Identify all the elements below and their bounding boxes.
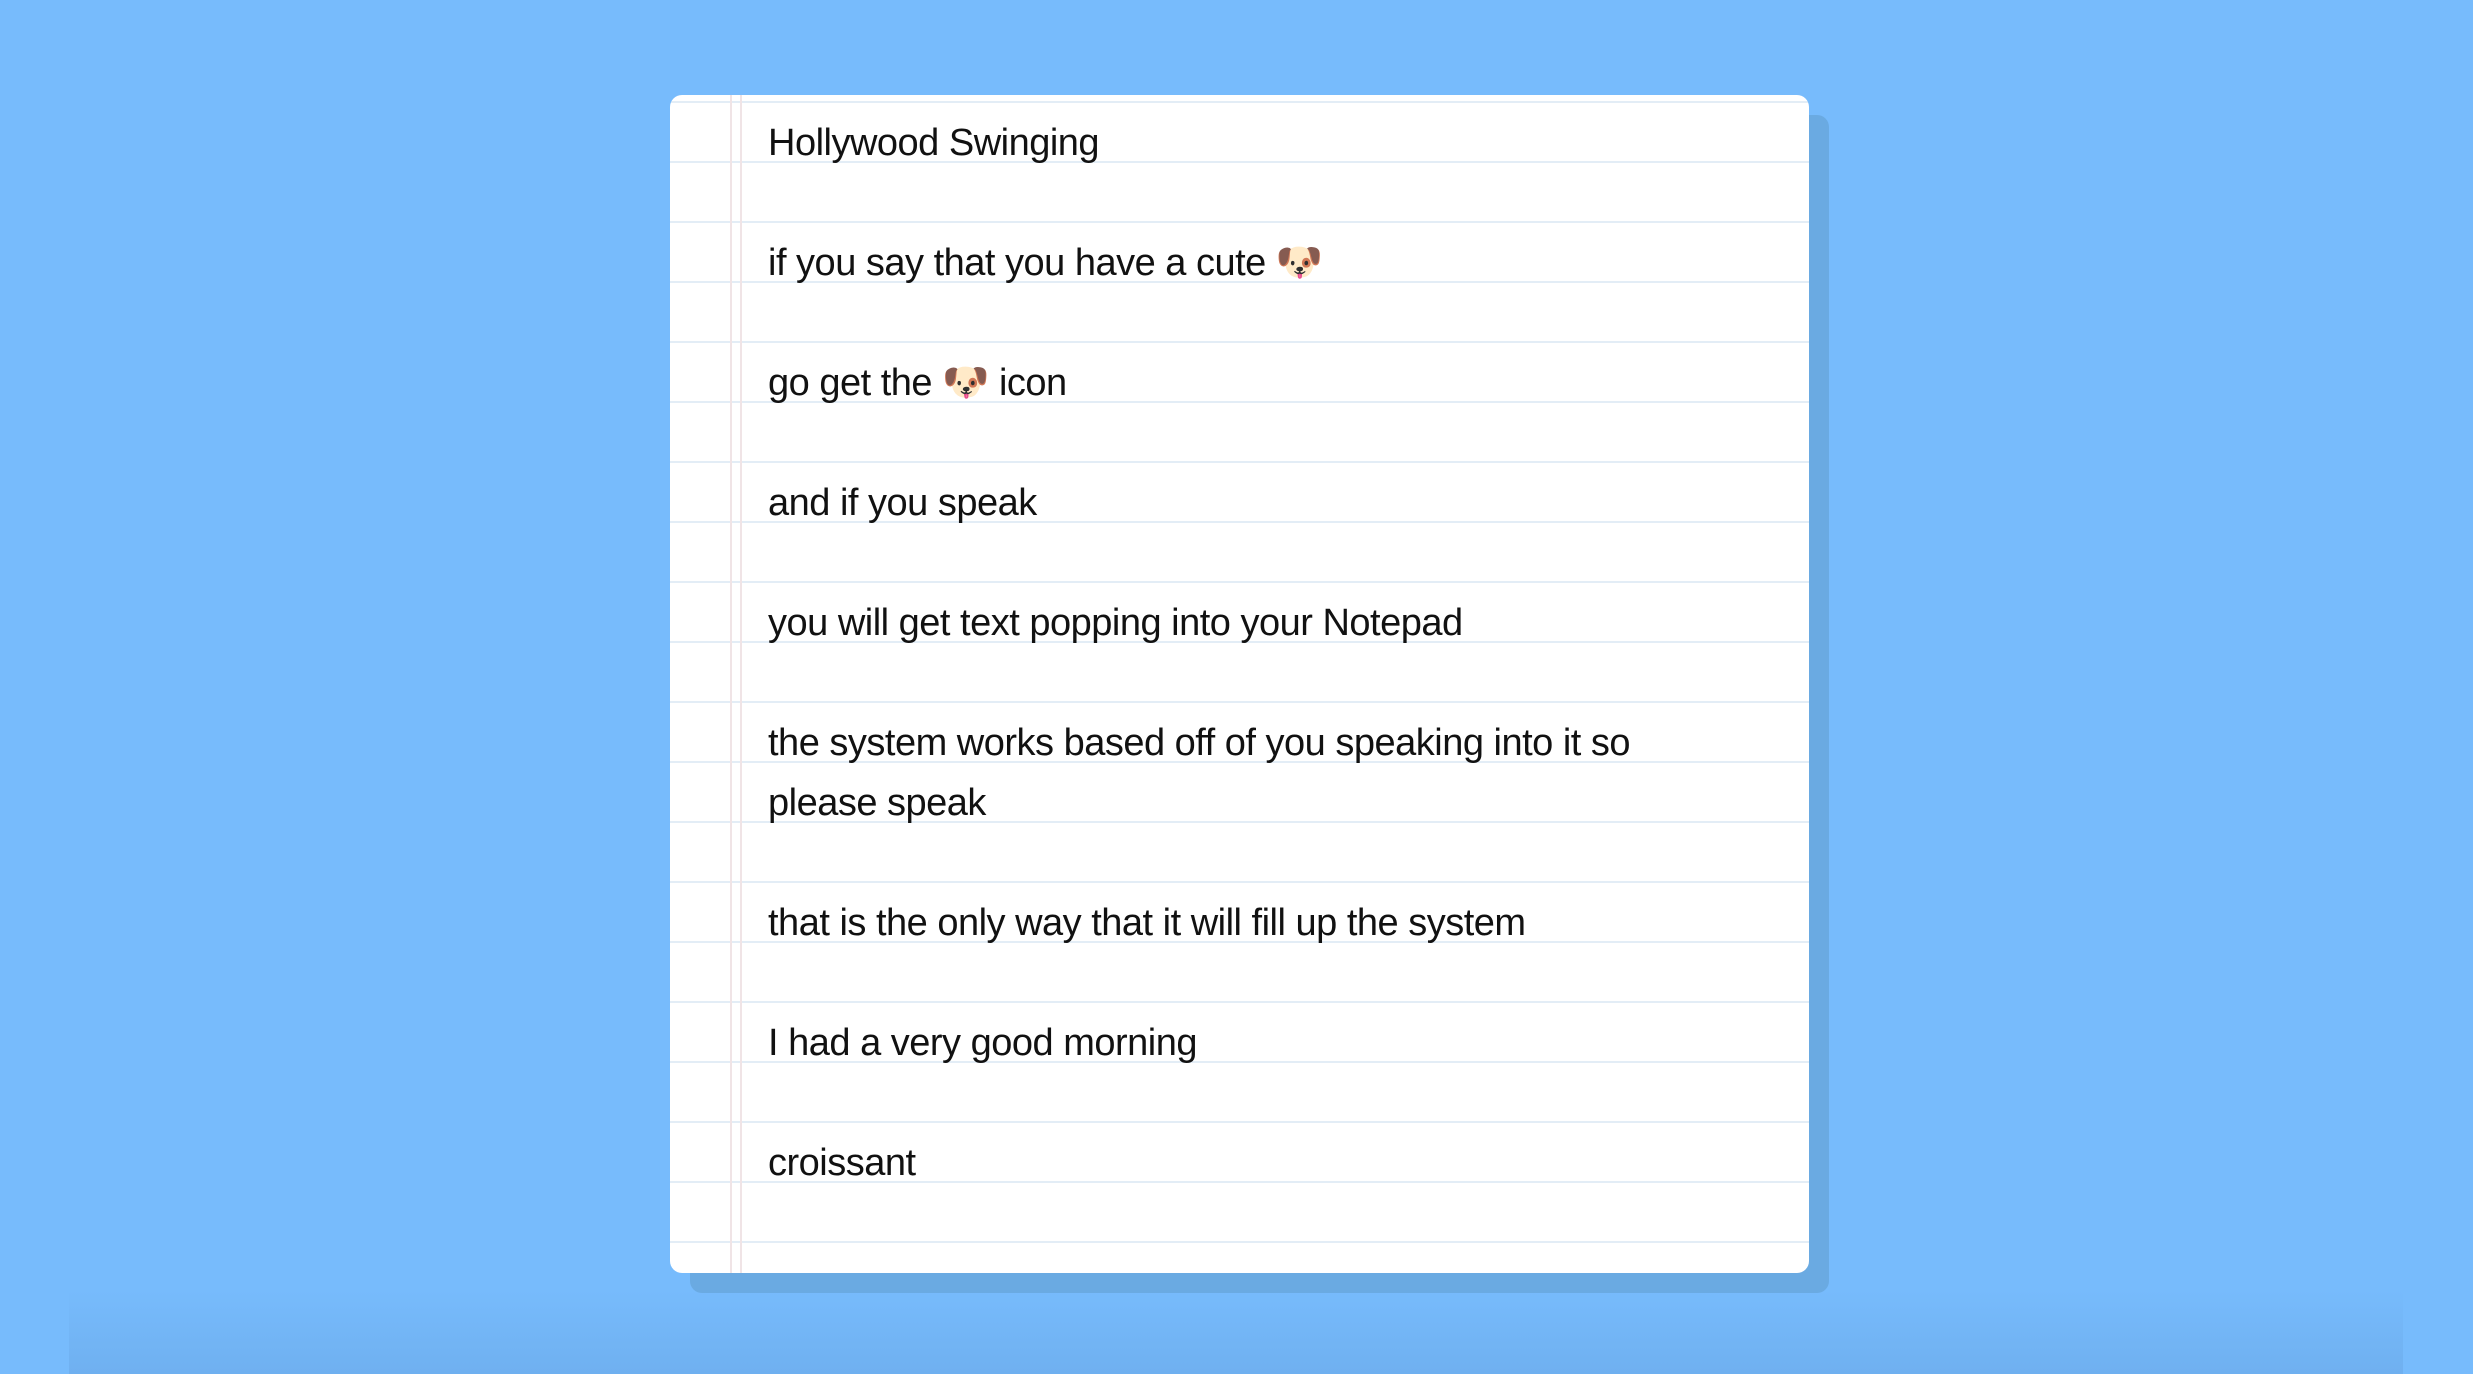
note-item: the system works based off of you speaki… [768,722,1631,824]
bottom-bar [69,1290,2403,1374]
margin-line [730,95,732,1273]
note-item: that is the only way that it will fill u… [768,902,1526,944]
note-item: you will get text popping into your Note… [768,602,1463,644]
note-item: and if you speak [768,482,1037,524]
note-item: Hollywood Swinging [768,122,1100,164]
note-item: go get the 🐶 icon [768,362,1067,404]
notes-list: Hollywood Swinging if you say that you h… [768,113,1689,1253]
note-item: I had a very good morning [768,1022,1198,1064]
note-item: if you say that you have a cute 🐶 [768,242,1323,284]
notepad-paper[interactable]: Hollywood Swinging if you say that you h… [670,95,1809,1273]
note-item: croissant [768,1142,916,1184]
margin-line [740,95,742,1273]
